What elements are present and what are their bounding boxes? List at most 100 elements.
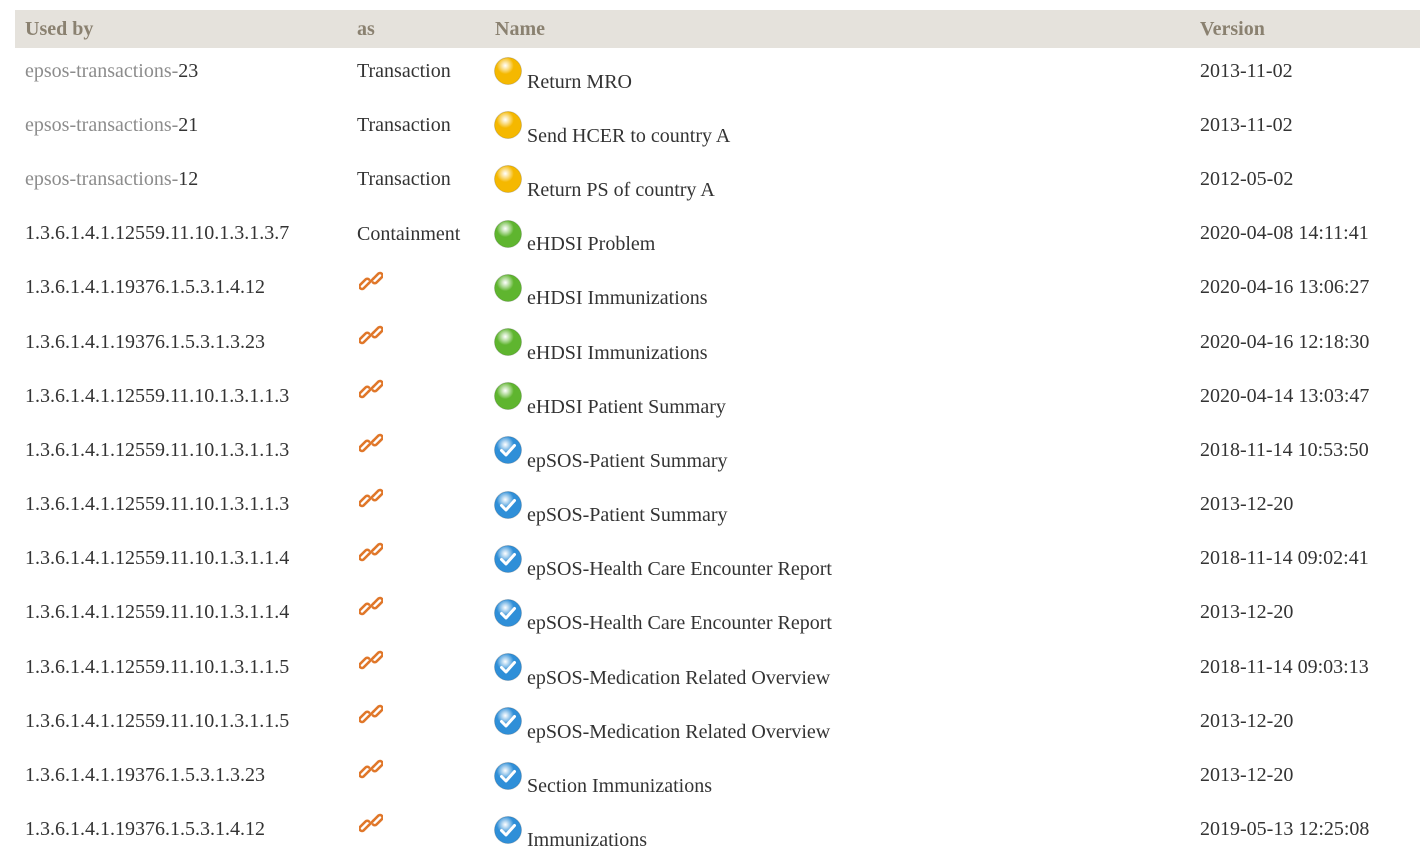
link-icon[interactable] bbox=[358, 323, 384, 347]
link-icon[interactable] bbox=[358, 377, 384, 401]
version-value: 2018-11-14 10:53:50 bbox=[1200, 438, 1369, 461]
link-icon[interactable] bbox=[358, 431, 384, 455]
template-name-link[interactable]: epSOS-Medication Related Overview bbox=[527, 667, 830, 689]
used-by-link[interactable]: 1.3.6.1.4.1.12559.11.10.1.3.1.3.7 bbox=[25, 222, 289, 244]
link-icon[interactable] bbox=[358, 486, 384, 510]
link-icon[interactable] bbox=[358, 811, 384, 835]
name-cell: Immunizations bbox=[485, 807, 1190, 861]
name-cell: eHDSI Problem bbox=[485, 211, 1190, 265]
template-name-link[interactable]: eHDSI Problem bbox=[527, 233, 655, 255]
version-cell: 2013-12-20 bbox=[1190, 590, 1420, 644]
column-header-version[interactable]: Version bbox=[1190, 10, 1420, 48]
template-name-link[interactable]: Return MRO bbox=[527, 71, 632, 93]
link-icon[interactable] bbox=[358, 648, 384, 672]
active-status-icon bbox=[493, 273, 523, 303]
used-by-cell: 1.3.6.1.4.1.19376.1.5.3.1.4.12 bbox=[15, 265, 347, 319]
used-by-cell: 1.3.6.1.4.1.12559.11.10.1.3.1.1.4 bbox=[15, 590, 347, 644]
table-row: 1.3.6.1.4.1.19376.1.5.3.1.4.12 Immunizati… bbox=[15, 807, 1420, 861]
column-header-used-by[interactable]: Used by bbox=[15, 10, 347, 48]
table-row: 1.3.6.1.4.1.19376.1.5.3.1.4.12 eHDSI Immu… bbox=[15, 265, 1420, 319]
name-cell: eHDSI Patient Summary bbox=[485, 373, 1190, 427]
version-cell: 2019-05-13 12:25:08 bbox=[1190, 807, 1420, 861]
relationship-type: Transaction bbox=[357, 114, 451, 137]
as-cell bbox=[347, 427, 485, 481]
name-cell: Send HCER to country A bbox=[485, 102, 1190, 156]
link-icon[interactable] bbox=[358, 757, 384, 781]
used-by-link[interactable]: 1.3.6.1.4.1.12559.11.10.1.3.1.1.3 bbox=[25, 439, 289, 461]
used-by-link[interactable]: epsos-transactions-21 bbox=[25, 114, 198, 136]
table-row: epsos-transactions-21 Transaction Send HCE… bbox=[15, 102, 1420, 156]
template-name-link[interactable]: epSOS-Patient Summary bbox=[527, 504, 728, 526]
used-by-prefix: epsos-transactions- bbox=[25, 113, 179, 136]
link-icon[interactable] bbox=[358, 540, 384, 564]
used-by-link[interactable]: epsos-transactions-23 bbox=[25, 60, 198, 82]
used-by-link[interactable]: 1.3.6.1.4.1.12559.11.10.1.3.1.1.3 bbox=[25, 385, 289, 407]
version-value: 2013-12-20 bbox=[1200, 601, 1294, 624]
template-name-link[interactable]: Immunizations bbox=[527, 829, 647, 851]
version-value: 2013-12-20 bbox=[1200, 493, 1294, 516]
template-name-link[interactable]: epSOS-Health Care Encounter Report bbox=[527, 612, 832, 634]
used-by-link[interactable]: 1.3.6.1.4.1.19376.1.5.3.1.4.12 bbox=[25, 276, 265, 298]
used-by-cell: epsos-transactions-21 bbox=[15, 102, 347, 156]
used-by-link[interactable]: 1.3.6.1.4.1.12559.11.10.1.3.1.1.5 bbox=[25, 710, 289, 732]
as-cell bbox=[347, 482, 485, 536]
used-by-cell: 1.3.6.1.4.1.19376.1.5.3.1.4.12 bbox=[15, 807, 347, 861]
as-cell bbox=[347, 644, 485, 698]
used-by-link[interactable]: 1.3.6.1.4.1.12559.11.10.1.3.1.1.4 bbox=[25, 601, 289, 623]
table-row: 1.3.6.1.4.1.19376.1.5.3.1.3.23 Section Im… bbox=[15, 752, 1420, 806]
used-by-cell: 1.3.6.1.4.1.12559.11.10.1.3.1.1.3 bbox=[15, 427, 347, 481]
template-name-link[interactable]: epSOS-Medication Related Overview bbox=[527, 721, 830, 743]
used-by-id: 1.3.6.1.4.1.19376.1.5.3.1.4.12 bbox=[25, 276, 265, 299]
used-by-cell: 1.3.6.1.4.1.12559.11.10.1.3.1.1.3 bbox=[15, 373, 347, 427]
template-name-link[interactable]: epSOS-Patient Summary bbox=[527, 450, 728, 472]
used-by-link[interactable]: 1.3.6.1.4.1.19376.1.5.3.1.3.23 bbox=[25, 331, 265, 353]
version-value: 2018-11-14 09:03:13 bbox=[1200, 655, 1369, 678]
template-name-link[interactable]: Return PS of country A bbox=[527, 179, 715, 201]
link-icon[interactable] bbox=[358, 269, 384, 293]
version-cell: 2018-11-14 10:53:50 bbox=[1190, 427, 1420, 481]
pending-status-icon bbox=[493, 164, 523, 194]
final-status-icon bbox=[493, 598, 523, 628]
as-cell bbox=[347, 590, 485, 644]
used-by-link[interactable]: epsos-transactions-12 bbox=[25, 168, 198, 190]
used-by-link[interactable]: 1.3.6.1.4.1.12559.11.10.1.3.1.1.5 bbox=[25, 656, 289, 678]
used-by-link[interactable]: 1.3.6.1.4.1.19376.1.5.3.1.3.23 bbox=[25, 764, 265, 786]
name-cell: epSOS-Health Care Encounter Report bbox=[485, 536, 1190, 590]
template-name-link[interactable]: eHDSI Patient Summary bbox=[527, 396, 726, 418]
version-value: 2020-04-08 14:11:41 bbox=[1200, 222, 1369, 245]
active-status-icon bbox=[493, 381, 523, 411]
used-by-link[interactable]: 1.3.6.1.4.1.19376.1.5.3.1.4.12 bbox=[25, 818, 265, 840]
version-cell: 2013-12-20 bbox=[1190, 698, 1420, 752]
used-by-id: 1.3.6.1.4.1.12559.11.10.1.3.1.1.5 bbox=[25, 655, 290, 678]
version-value: 2019-05-13 12:25:08 bbox=[1200, 818, 1370, 841]
table-row: 1.3.6.1.4.1.12559.11.10.1.3.1.1.5 epSOS-M… bbox=[15, 644, 1420, 698]
final-status-icon bbox=[493, 435, 523, 465]
used-by-cell: 1.3.6.1.4.1.12559.11.10.1.3.1.1.5 bbox=[15, 644, 347, 698]
used-by-id: 12 bbox=[178, 167, 199, 190]
used-by-cell: 1.3.6.1.4.1.12559.11.10.1.3.1.1.5 bbox=[15, 698, 347, 752]
template-name-link[interactable]: eHDSI Immunizations bbox=[527, 287, 708, 309]
template-name-link[interactable]: eHDSI Immunizations bbox=[527, 342, 708, 364]
link-icon[interactable] bbox=[358, 702, 384, 726]
template-name-link[interactable]: Section Immunizations bbox=[527, 775, 712, 797]
used-by-id: 1.3.6.1.4.1.12559.11.10.1.3.1.1.3 bbox=[25, 384, 290, 407]
name-cell: Section Immunizations bbox=[485, 752, 1190, 806]
template-name-link[interactable]: Send HCER to country A bbox=[527, 125, 730, 147]
version-cell: 2012-05-02 bbox=[1190, 156, 1420, 210]
version-value: 2018-11-14 09:02:41 bbox=[1200, 547, 1369, 570]
link-icon[interactable] bbox=[358, 594, 384, 618]
column-header-name[interactable]: Name bbox=[485, 10, 1190, 48]
used-by-link[interactable]: 1.3.6.1.4.1.12559.11.10.1.3.1.1.4 bbox=[25, 547, 289, 569]
name-cell: epSOS-Patient Summary bbox=[485, 482, 1190, 536]
table-row: 1.3.6.1.4.1.12559.11.10.1.3.1.3.7 Contain… bbox=[15, 211, 1420, 265]
final-status-icon bbox=[493, 490, 523, 520]
used-by-cell: 1.3.6.1.4.1.12559.11.10.1.3.1.1.4 bbox=[15, 536, 347, 590]
used-by-link[interactable]: 1.3.6.1.4.1.12559.11.10.1.3.1.1.3 bbox=[25, 493, 289, 515]
name-cell: epSOS-Medication Related Overview bbox=[485, 698, 1190, 752]
final-status-icon bbox=[493, 815, 523, 845]
as-cell: Transaction bbox=[347, 156, 485, 210]
version-value: 2020-04-16 12:18:30 bbox=[1200, 330, 1370, 353]
template-name-link[interactable]: epSOS-Health Care Encounter Report bbox=[527, 558, 832, 580]
column-header-as[interactable]: as bbox=[347, 10, 485, 48]
used-by-id: 1.3.6.1.4.1.12559.11.10.1.3.1.1.3 bbox=[25, 438, 290, 461]
